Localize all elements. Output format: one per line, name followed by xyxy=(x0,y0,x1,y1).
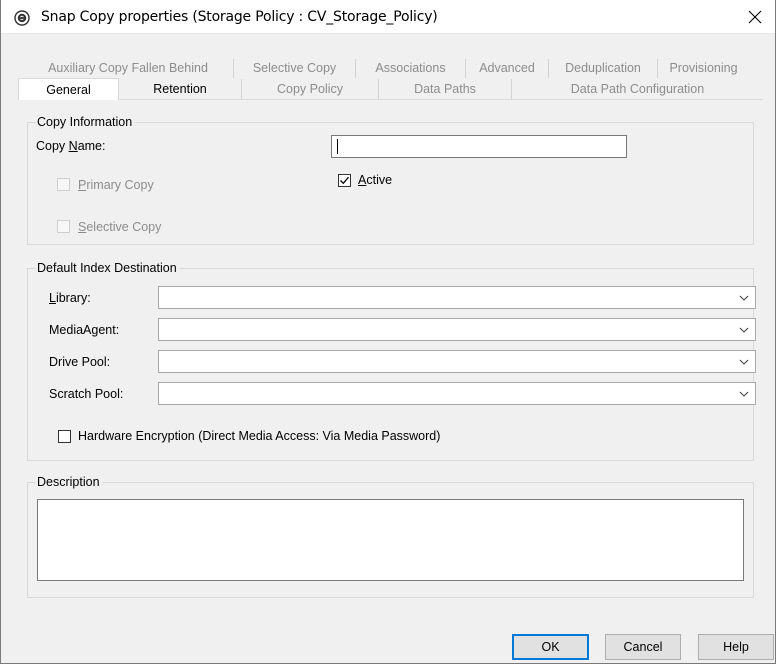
tab-general[interactable]: General xyxy=(18,78,119,100)
default-index-destination-label: Default Index Destination xyxy=(36,261,180,275)
tab-auxiliary-copy-fallen-behind[interactable]: Auxiliary Copy Fallen Behind xyxy=(23,59,234,78)
selective-copy-label: Selective Copy xyxy=(78,220,162,234)
media-agent-dropdown[interactable] xyxy=(158,318,756,341)
active-label: Active xyxy=(358,173,393,187)
chevron-down-icon xyxy=(739,295,749,301)
help-button[interactable]: Help xyxy=(698,634,774,660)
hardware-encryption-checkbox[interactable] xyxy=(58,430,71,443)
copy-information-group: Copy Information Copy Name: Primary Copy… xyxy=(27,115,754,245)
drive-pool-dropdown[interactable] xyxy=(158,350,756,373)
primary-copy-label: Primary Copy xyxy=(78,178,154,192)
checkmark-icon xyxy=(340,176,349,185)
tab-retention[interactable]: Retention xyxy=(119,79,242,100)
tab-row-front: General Retention Copy Policy Data Paths… xyxy=(18,78,763,100)
description-label: Description xyxy=(36,475,103,489)
drive-pool-label: Drive Pool: xyxy=(49,355,111,369)
tab-provisioning[interactable]: Provisioning xyxy=(658,59,749,78)
description-textarea[interactable] xyxy=(37,499,744,581)
properties-dialog: Snap Copy properties (Storage Policy : C… xyxy=(0,0,776,664)
tab-deduplication[interactable]: Deduplication xyxy=(549,59,658,78)
description-group: Description xyxy=(27,475,754,598)
library-dropdown[interactable] xyxy=(158,286,756,309)
copy-information-label: Copy Information xyxy=(36,115,136,129)
general-tab-panel: Copy Information Copy Name: Primary Copy… xyxy=(17,100,764,624)
cancel-button[interactable]: Cancel xyxy=(605,634,681,660)
tab-data-path-configuration[interactable]: Data Path Configuration xyxy=(512,79,763,100)
title-bar[interactable]: Snap Copy properties (Storage Policy : C… xyxy=(1,0,775,34)
close-button[interactable] xyxy=(735,0,775,34)
tab-data-paths[interactable]: Data Paths xyxy=(379,79,512,100)
text-caret xyxy=(337,139,338,154)
library-label: Library: xyxy=(49,291,91,305)
tab-advanced[interactable]: Advanced xyxy=(466,59,549,78)
chevron-down-icon xyxy=(739,327,749,333)
scratch-pool-dropdown[interactable] xyxy=(158,382,756,405)
tab-selective-copy[interactable]: Selective Copy xyxy=(234,59,356,78)
chevron-down-icon xyxy=(739,391,749,397)
scratch-pool-label: Scratch Pool: xyxy=(49,387,124,401)
storage-policy-icon xyxy=(14,10,30,26)
copy-name-label: Copy Name: xyxy=(36,139,106,153)
default-index-destination-group: Default Index Destination Library: Media… xyxy=(27,261,756,461)
active-checkbox[interactable] xyxy=(338,174,351,187)
ok-button[interactable]: OK xyxy=(512,634,589,660)
chevron-down-icon xyxy=(739,359,749,365)
selective-copy-checkbox[interactable] xyxy=(57,220,70,233)
tab-row-back: Auxiliary Copy Fallen Behind Selective C… xyxy=(23,59,749,78)
tab-associations[interactable]: Associations xyxy=(356,59,466,78)
media-agent-label: MediaAgent: xyxy=(49,323,120,337)
primary-copy-checkbox[interactable] xyxy=(57,178,70,191)
hardware-encryption-label: Hardware Encryption (Direct Media Access… xyxy=(78,429,441,443)
tab-copy-policy[interactable]: Copy Policy xyxy=(242,79,379,100)
window-title: Snap Copy properties (Storage Policy : C… xyxy=(41,9,438,25)
close-icon xyxy=(748,10,762,24)
copy-name-input[interactable] xyxy=(331,135,627,158)
